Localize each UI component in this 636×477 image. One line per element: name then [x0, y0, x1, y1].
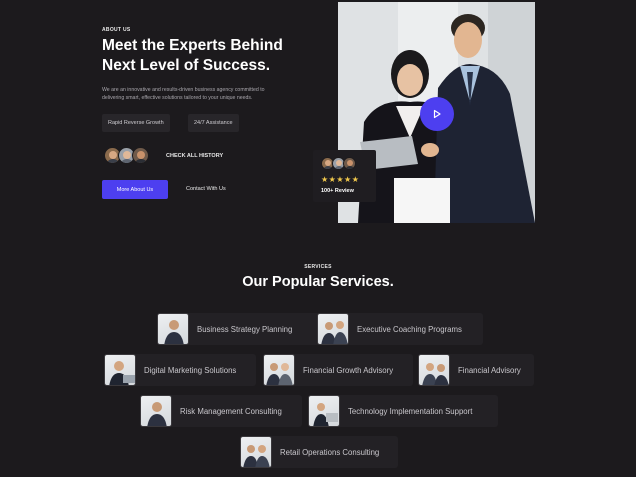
service-thumbnail	[157, 313, 189, 345]
service-thumbnail	[240, 436, 272, 468]
service-label: Retail Operations Consulting	[280, 447, 380, 457]
service-retail-operations[interactable]: Retail Operations Consulting	[240, 436, 398, 468]
service-thumbnail	[317, 313, 349, 345]
about-description: We are an innovative and results-driven …	[102, 87, 265, 101]
avatar	[132, 147, 149, 164]
service-thumbnail	[308, 395, 340, 427]
contact-us-button[interactable]: Contact With Us	[186, 186, 226, 192]
play-icon	[433, 109, 441, 119]
service-thumbnail	[263, 354, 295, 386]
service-business-strategy[interactable]: Business Strategy Planning	[157, 313, 337, 345]
star-rating: ★★★★★	[321, 175, 360, 184]
check-history-link[interactable]: CHECK ALL HISTORY	[166, 153, 223, 159]
service-label: Digital Marketing Solutions	[144, 365, 237, 375]
service-label: Technology Implementation Support	[348, 406, 473, 416]
service-label: Financial Advisory	[458, 365, 521, 375]
service-thumbnail	[140, 395, 172, 427]
service-digital-marketing[interactable]: Digital Marketing Solutions	[104, 354, 256, 386]
review-count: 100+ Review	[321, 188, 354, 194]
service-executive-coaching[interactable]: Executive Coaching Programs	[317, 313, 483, 345]
about-eyebrow: ABOUT US	[102, 27, 131, 33]
service-label: Executive Coaching Programs	[357, 324, 462, 334]
service-financial-growth[interactable]: Financial Growth Advisory	[263, 354, 413, 386]
service-thumbnail	[104, 354, 136, 386]
feature-chip-growth: Rapid Reverse Growth	[102, 114, 170, 132]
service-thumbnail	[418, 354, 450, 386]
page: ABOUT US Meet the Experts Behind Next Le…	[0, 0, 636, 477]
service-technology-implementation[interactable]: Technology Implementation Support	[308, 395, 498, 427]
team-avatars	[104, 147, 156, 165]
play-video-button[interactable]	[420, 97, 454, 131]
services-eyebrow: SERVICES	[304, 264, 332, 270]
review-card: ★★★★★ 100+ Review	[313, 150, 376, 202]
avatar	[343, 157, 356, 170]
feature-chip-assistance: 24/7 Assistance	[188, 114, 239, 132]
services-title: Our Popular Services.	[242, 274, 394, 290]
about-title: Meet the Experts Behind Next Level of Su…	[102, 37, 283, 74]
more-about-us-button[interactable]: More About Us	[102, 180, 168, 199]
service-financial-advisory[interactable]: Financial Advisory	[418, 354, 534, 386]
service-risk-management[interactable]: Risk Management Consulting	[140, 395, 302, 427]
service-label: Financial Growth Advisory	[303, 365, 394, 375]
service-label: Business Strategy Planning	[197, 324, 293, 334]
reviewer-avatars	[321, 157, 361, 171]
service-label: Risk Management Consulting	[180, 406, 282, 416]
